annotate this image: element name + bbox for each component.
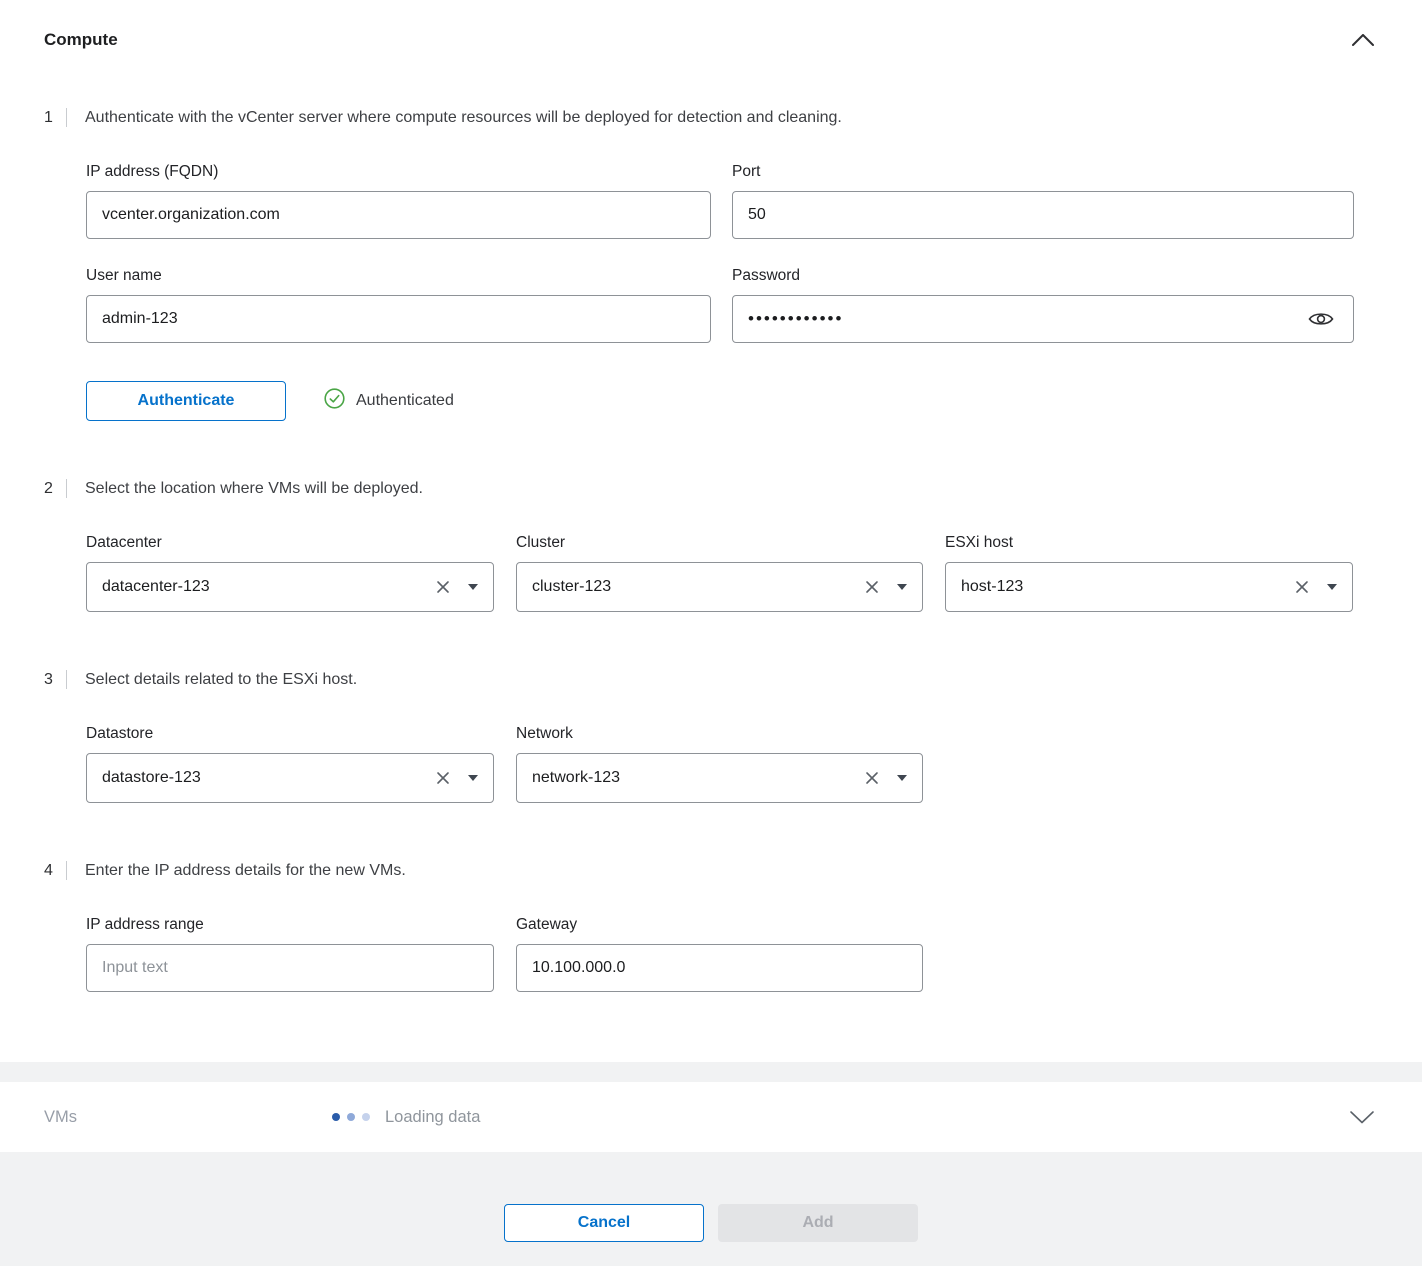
caret-down-icon bbox=[897, 775, 907, 781]
step-location: 2 Select the location where VMs will be … bbox=[44, 479, 1378, 612]
ip-range-field-group: IP address range bbox=[86, 916, 494, 992]
esxi-host-field-group: ESXi host host-123 bbox=[945, 534, 1353, 612]
step-number: 1 bbox=[44, 109, 58, 127]
ip-address-field-group: IP address (FQDN) bbox=[86, 163, 711, 239]
vms-section-bar[interactable]: VMs Loading data bbox=[0, 1082, 1422, 1152]
step-divider bbox=[66, 861, 67, 880]
panel-title: Compute bbox=[44, 30, 118, 50]
authenticated-status: Authenticated bbox=[324, 388, 454, 414]
expand-section-button[interactable] bbox=[1346, 1107, 1378, 1128]
port-input[interactable] bbox=[732, 191, 1354, 239]
caret-down-icon bbox=[468, 775, 478, 781]
clear-icon[interactable] bbox=[432, 576, 454, 598]
step-text: Authenticate with the vCenter server whe… bbox=[85, 109, 842, 127]
step-header: 3 Select details related to the ESXi hos… bbox=[44, 670, 1378, 689]
step-authenticate: 1 Authenticate with the vCenter server w… bbox=[44, 108, 1378, 421]
step-header: 1 Authenticate with the vCenter server w… bbox=[44, 108, 1378, 127]
footer-action-bar: Cancel Add bbox=[0, 1152, 1422, 1266]
clear-icon[interactable] bbox=[861, 576, 883, 598]
ip-address-input[interactable] bbox=[86, 191, 711, 239]
clear-icon[interactable] bbox=[861, 767, 883, 789]
password-input[interactable] bbox=[732, 295, 1354, 343]
username-label: User name bbox=[86, 267, 711, 285]
collapse-section-button[interactable] bbox=[1348, 30, 1378, 50]
esxi-host-value: host-123 bbox=[961, 578, 1291, 596]
check-circle-icon bbox=[324, 388, 345, 414]
compute-panel: Compute 1 Authenticate with the vCenter … bbox=[0, 0, 1422, 1062]
gateway-label: Gateway bbox=[516, 916, 923, 934]
network-label: Network bbox=[516, 725, 923, 743]
password-label: Password bbox=[732, 267, 1354, 285]
chevron-down-icon bbox=[1350, 1112, 1374, 1127]
network-value: network-123 bbox=[532, 769, 861, 787]
password-field-group: Password bbox=[732, 267, 1354, 343]
cluster-field-group: Cluster cluster-123 bbox=[516, 534, 923, 612]
caret-down-icon bbox=[468, 584, 478, 590]
cluster-label: Cluster bbox=[516, 534, 923, 552]
authenticated-text: Authenticated bbox=[356, 392, 454, 410]
compute-panel-header: Compute bbox=[44, 30, 1378, 50]
step-text: Select the location where VMs will be de… bbox=[85, 480, 423, 498]
loading-spinner-icon bbox=[332, 1113, 370, 1121]
step-header: 2 Select the location where VMs will be … bbox=[44, 479, 1378, 498]
clear-icon[interactable] bbox=[1291, 576, 1313, 598]
port-label: Port bbox=[732, 163, 1354, 181]
chevron-up-icon bbox=[1352, 34, 1374, 49]
datastore-value: datastore-123 bbox=[102, 769, 432, 787]
cluster-select[interactable]: cluster-123 bbox=[516, 562, 923, 612]
step-header: 4 Enter the IP address details for the n… bbox=[44, 861, 1378, 880]
caret-down-icon bbox=[897, 584, 907, 590]
step-text: Select details related to the ESXi host. bbox=[85, 671, 357, 689]
step-divider bbox=[66, 108, 67, 127]
caret-down-icon bbox=[1327, 584, 1337, 590]
add-button[interactable]: Add bbox=[718, 1204, 918, 1242]
step-number: 4 bbox=[44, 862, 58, 880]
username-input[interactable] bbox=[86, 295, 711, 343]
step-divider bbox=[66, 670, 67, 689]
datacenter-field-group: Datacenter datacenter-123 bbox=[86, 534, 494, 612]
step-divider bbox=[66, 479, 67, 498]
username-field-group: User name bbox=[86, 267, 711, 343]
network-select[interactable]: network-123 bbox=[516, 753, 923, 803]
port-field-group: Port bbox=[732, 163, 1354, 239]
vms-section-title: VMs bbox=[44, 1108, 332, 1127]
datastore-select[interactable]: datastore-123 bbox=[86, 753, 494, 803]
clear-icon[interactable] bbox=[432, 767, 454, 789]
gateway-field-group: Gateway bbox=[516, 916, 923, 992]
loading-text: Loading data bbox=[385, 1108, 480, 1127]
network-field-group: Network network-123 bbox=[516, 725, 923, 803]
authenticate-button[interactable]: Authenticate bbox=[86, 381, 286, 421]
ip-range-input[interactable] bbox=[86, 944, 494, 992]
step-number: 2 bbox=[44, 480, 58, 498]
cluster-value: cluster-123 bbox=[532, 578, 861, 596]
cancel-button[interactable]: Cancel bbox=[504, 1204, 704, 1242]
datacenter-select[interactable]: datacenter-123 bbox=[86, 562, 494, 612]
reveal-password-button[interactable] bbox=[1304, 306, 1338, 332]
ip-address-label: IP address (FQDN) bbox=[86, 163, 711, 181]
gateway-input[interactable] bbox=[516, 944, 923, 992]
eye-icon bbox=[1308, 316, 1334, 331]
datacenter-label: Datacenter bbox=[86, 534, 494, 552]
step-ip-details: 4 Enter the IP address details for the n… bbox=[44, 861, 1378, 992]
datastore-field-group: Datastore datastore-123 bbox=[86, 725, 494, 803]
esxi-host-label: ESXi host bbox=[945, 534, 1353, 552]
ip-range-label: IP address range bbox=[86, 916, 494, 934]
datacenter-value: datacenter-123 bbox=[102, 578, 432, 596]
datastore-label: Datastore bbox=[86, 725, 494, 743]
step-text: Enter the IP address details for the new… bbox=[85, 862, 406, 880]
step-number: 3 bbox=[44, 671, 58, 689]
step-host-details: 3 Select details related to the ESXi hos… bbox=[44, 670, 1378, 803]
esxi-host-select[interactable]: host-123 bbox=[945, 562, 1353, 612]
